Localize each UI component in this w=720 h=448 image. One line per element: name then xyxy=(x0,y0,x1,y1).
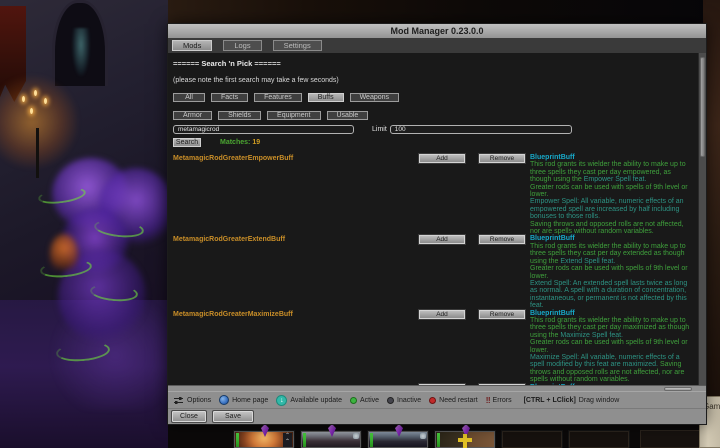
category-button-facts[interactable]: Facts xyxy=(211,93,249,102)
remove-button[interactable]: Remove xyxy=(478,153,526,164)
need-restart-label: Need restart xyxy=(439,396,478,404)
close-button[interactable]: Close xyxy=(171,410,207,423)
buff-icon xyxy=(353,433,359,439)
category-row-2: Armor Shields Equipment Usable xyxy=(173,111,690,120)
tab-settings[interactable]: Settings xyxy=(272,40,322,51)
sliders-icon[interactable] xyxy=(173,396,184,405)
options-label[interactable]: Options xyxy=(187,397,211,404)
add-button[interactable]: Add xyxy=(418,308,466,320)
category-button-usable[interactable]: Usable xyxy=(326,111,369,120)
footer-bar: Close Save xyxy=(168,408,706,424)
category-button-all[interactable]: All xyxy=(173,93,205,102)
candle-glow xyxy=(0,74,78,170)
blueprint-type: BlueprintBuff xyxy=(530,309,575,317)
window-titlebar[interactable]: Mod Manager 0.23.0.0 xyxy=(168,24,706,38)
remove-button[interactable]: Remove xyxy=(478,308,526,320)
globe-icon[interactable] xyxy=(219,395,230,405)
gem-icon xyxy=(395,424,403,437)
search-input[interactable] xyxy=(173,125,354,134)
horizontal-scrollbar-thumb[interactable] xyxy=(664,387,692,391)
matches-status: Matches: 19 xyxy=(220,139,261,146)
gem-icon xyxy=(328,424,336,437)
portrait-slot[interactable] xyxy=(434,424,496,448)
save-button[interactable]: Save xyxy=(212,410,254,423)
gem-icon xyxy=(261,424,269,437)
window-title: Mod Manager 0.23.0.0 xyxy=(390,26,484,36)
candle-flame xyxy=(30,108,33,114)
limit-label: Limit xyxy=(372,126,387,133)
search-n-pick-panel: ====== Search 'n Pick ====== (please not… xyxy=(168,53,706,385)
match-row: Search Matches: 19 xyxy=(173,138,690,147)
inactive-label: Inactive xyxy=(397,396,422,404)
tab-bar: Mods Logs Settings xyxy=(168,38,706,53)
result-name: MetamagicRodGreaterExtendBuff xyxy=(173,236,286,244)
vertical-scrollbar[interactable] xyxy=(698,53,706,385)
horizontal-scrollbar[interactable] xyxy=(168,385,706,391)
panel-heading: ====== Search 'n Pick ====== xyxy=(173,59,281,68)
remove-button[interactable]: Remove xyxy=(478,234,526,246)
mod-manager-window: Mod Manager 0.23.0.0 Mods Logs Settings ==… xyxy=(167,23,707,425)
candle-flame xyxy=(44,98,47,104)
result-description: BlueprintBuffThis rod grants its wielder… xyxy=(530,310,690,384)
need-restart-dot-icon xyxy=(429,396,437,404)
description-text: This rod grants its wielder the ability … xyxy=(530,316,690,384)
errors-label: Errors xyxy=(492,396,512,404)
portrait-slot[interactable] xyxy=(568,430,630,448)
chevron-up-icon: ⌃ ⌃ xyxy=(283,433,292,447)
active-label: Active xyxy=(359,396,380,404)
results-list: MetamagicRodGreaterEmpowerBuff Add Remove B… xyxy=(173,153,690,385)
drag-hint-key: [CTRL + LClick] xyxy=(523,396,576,404)
buff-icon xyxy=(420,433,426,439)
limit-input[interactable] xyxy=(389,125,572,134)
panel-note: (please note the first search may take a… xyxy=(173,77,339,84)
candle-flame xyxy=(22,96,25,102)
category-button-armor[interactable]: Armor xyxy=(173,111,213,120)
blueprint-type: BlueprintBuff xyxy=(530,154,575,161)
candle-flame xyxy=(34,90,37,96)
portrait-slot[interactable] xyxy=(300,424,362,448)
result-name: MetamagicRodGreaterEmpowerBuff xyxy=(173,155,294,162)
category-button-features[interactable]: Features xyxy=(254,93,302,102)
portrait-slot[interactable] xyxy=(367,424,429,448)
vertical-scrollbar-thumb[interactable] xyxy=(700,57,705,157)
status-bar: Options Home page ↓ Available update Act… xyxy=(168,391,706,408)
tab-logs[interactable]: Logs xyxy=(223,40,262,51)
result-name: MetamagicRodGreaterMaximizeBuff xyxy=(173,310,293,318)
category-button-equipment[interactable]: Equipment xyxy=(267,111,321,120)
tab-mods[interactable]: Mods xyxy=(172,40,213,51)
result-description: BlueprintBuffThis rod grants its wielder… xyxy=(530,154,690,235)
result-description: BlueprintBuffThis rod grants its wielder… xyxy=(530,235,690,309)
result-row: MetamagicRodGreaterEmpowerBuff Add Remove B… xyxy=(173,153,690,235)
search-button[interactable]: Search xyxy=(173,138,201,147)
description-text: This rod grants its wielder the ability … xyxy=(530,242,688,310)
category-row-1: All Facts Features Buffs Weapons xyxy=(173,93,690,102)
add-button[interactable]: Add xyxy=(418,153,466,164)
add-button[interactable]: Add xyxy=(418,234,466,246)
result-row: MetamagicRodGreaterMaximizeBuff Add Remove… xyxy=(173,308,690,384)
portrait-slot[interactable]: ⌃ ⌃ xyxy=(233,424,295,448)
active-dot-icon xyxy=(349,396,357,404)
home-page-label[interactable]: Home page xyxy=(232,397,268,404)
background-top xyxy=(168,0,720,24)
party-portrait-bar: ⌃ ⌃ xyxy=(233,423,704,448)
download-circle-icon: ↓ xyxy=(276,394,288,406)
category-button-buffs[interactable]: Buffs xyxy=(307,93,344,102)
cross-banner-icon xyxy=(458,438,472,442)
available-update-label: Available update xyxy=(290,396,342,404)
category-button-shields[interactable]: Shields xyxy=(218,111,262,120)
search-row: Limit xyxy=(173,125,690,134)
screen: ⌃ ⌃ Gam Mod Manager 0.23.0.0 Mods Logs Set… xyxy=(0,0,720,448)
category-button-weapons[interactable]: Weapons xyxy=(349,93,400,102)
painting-figure xyxy=(72,28,90,76)
drag-hint-action: Drag window xyxy=(578,396,620,404)
errors-icon: ‼ xyxy=(485,395,491,405)
candelabra xyxy=(36,128,39,178)
matches-count: 19 xyxy=(252,139,261,146)
result-row: MetamagicRodGreaterExtendBuff Add Remove Bl… xyxy=(173,234,690,309)
description-text: This rod grants its wielder the ability … xyxy=(530,161,688,236)
inactive-dot-icon xyxy=(387,396,395,404)
blueprint-type: BlueprintBuff xyxy=(530,235,575,243)
portrait-slot[interactable] xyxy=(501,430,563,448)
